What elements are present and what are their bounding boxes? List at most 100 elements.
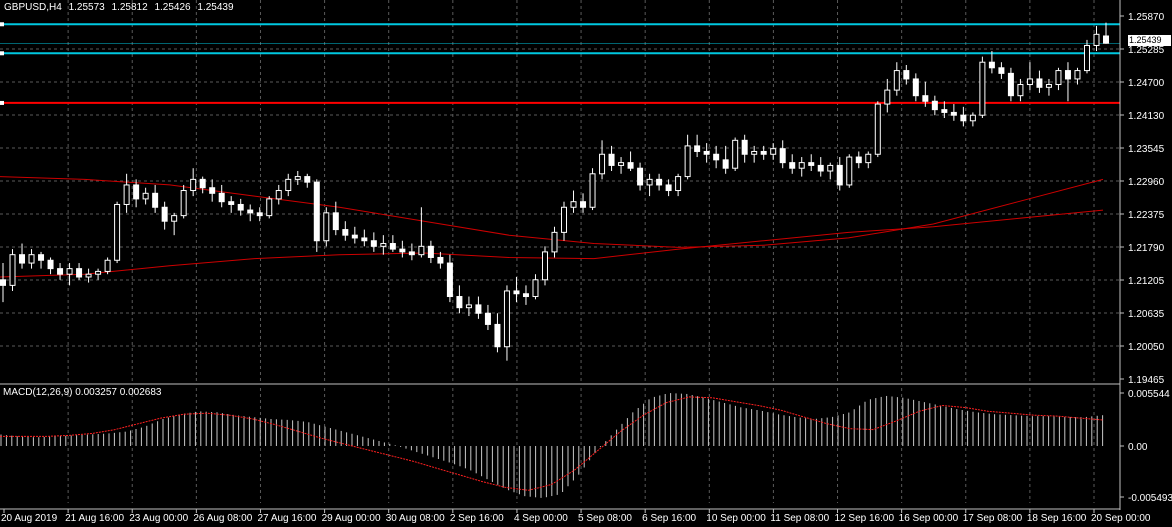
candle-body <box>808 162 815 166</box>
time-axis-label: 20 Sep 00:00 <box>1091 513 1151 524</box>
candle-body <box>599 153 606 175</box>
candle-body <box>789 162 796 169</box>
candle-body <box>675 176 682 192</box>
candle-body <box>884 89 891 105</box>
time-axis-label: 30 Aug 08:00 <box>386 513 445 524</box>
candle-body <box>475 304 482 314</box>
candle-body <box>1093 33 1100 46</box>
symbol-label: GBPUSD,H4 <box>4 2 62 13</box>
time-axis-label: 10 Sep 00:00 <box>706 513 766 524</box>
candle-body <box>941 109 948 113</box>
price-axis-label: 1.21205 <box>1128 276 1165 287</box>
candle <box>114 201 121 264</box>
candle-body <box>618 162 625 166</box>
candle-body <box>694 145 701 152</box>
candle <box>732 137 739 171</box>
price-axis-label: 1.23545 <box>1128 144 1165 155</box>
candle-body <box>437 256 444 264</box>
candle-body <box>418 245 425 256</box>
candle-body <box>285 178 292 192</box>
candle-body <box>133 184 140 200</box>
price-axis-label: 1.25285 <box>1128 45 1165 56</box>
time-axis-label: 21 Aug 16:00 <box>65 513 124 524</box>
low-value: 1.25426 <box>154 2 191 13</box>
candle-body <box>408 251 415 256</box>
close-value: 1.25439 <box>197 2 234 13</box>
open-value: 1.25573 <box>68 2 105 13</box>
price-axis-label: 1.25870 <box>1128 12 1165 23</box>
candle <box>323 207 330 247</box>
candle-body <box>494 323 501 348</box>
candle-body <box>66 268 73 275</box>
candle-body <box>1045 84 1052 88</box>
candle-body <box>665 184 672 192</box>
candle-body <box>256 212 263 217</box>
candle-body <box>656 178 663 186</box>
macd-axis-label: 0.00 <box>1128 442 1148 453</box>
candle-body <box>798 162 805 169</box>
candle-body <box>465 304 472 309</box>
time-axis-label: 11 Sep 08:00 <box>770 513 829 524</box>
time-axis-label: 23 Aug 00:00 <box>129 513 188 524</box>
candle-body <box>142 192 149 200</box>
candle-body <box>275 190 282 200</box>
candle-body <box>931 100 938 111</box>
time-axis-label: 2 Sep 16:00 <box>450 513 504 524</box>
candle-body <box>551 231 558 253</box>
candle-body <box>703 150 710 155</box>
time-axis-label: 17 Sep 08:00 <box>963 513 1023 524</box>
candle-body <box>589 173 596 208</box>
candle-body <box>446 262 453 298</box>
candle-body <box>209 187 216 194</box>
chart-header: GBPUSD,H4 1.25573 1.25812 1.25426 1.2543… <box>4 2 238 13</box>
candle-body <box>922 95 929 102</box>
candle-body <box>1055 70 1062 86</box>
time-axis-label: 6 Sep 16:00 <box>642 513 696 524</box>
candle <box>104 257 111 275</box>
candle-body <box>1007 72 1014 97</box>
candle-body <box>760 150 767 155</box>
candle-body <box>95 270 102 275</box>
candle-body <box>85 273 92 278</box>
candle-body <box>998 67 1005 74</box>
candle-body <box>19 254 26 264</box>
candle-body <box>580 201 587 208</box>
price-axis-label: 1.24700 <box>1128 78 1165 89</box>
candle-body <box>1074 70 1081 80</box>
time-axis-label: 27 Aug 16:00 <box>257 513 316 524</box>
macd-axis-label: -0.005493 <box>1128 493 1172 504</box>
candle-body <box>323 212 330 242</box>
candle-body <box>47 259 54 270</box>
candle-body <box>0 279 6 286</box>
macd-label: MACD(12,26,9) 0.003257 0.002683 <box>3 387 162 398</box>
candle-body <box>380 243 387 247</box>
time-axis-label: 18 Sep 16:00 <box>1027 513 1087 524</box>
price-axis-label: 1.20050 <box>1128 342 1165 353</box>
price-axis-label: 1.24130 <box>1128 111 1165 122</box>
candle-body <box>57 268 64 275</box>
candle-body <box>199 178 206 189</box>
candle-body <box>266 198 273 217</box>
candle-body <box>123 184 130 205</box>
candle-body <box>627 162 634 169</box>
candle-body <box>304 176 311 183</box>
candle-body <box>836 164 843 186</box>
candle-body <box>313 181 320 242</box>
candle-body <box>370 240 377 247</box>
price-chart[interactable]: 1.25870 1.25285 1.24700 1.24130 1.23545 1.229… <box>0 0 1172 527</box>
price-axis-label: 1.20635 <box>1128 309 1165 320</box>
candle-body <box>114 203 121 261</box>
candle-body <box>969 114 976 122</box>
candle-body <box>152 192 159 208</box>
candle-body <box>827 164 834 172</box>
candle-body <box>855 156 862 164</box>
candle-body <box>104 259 111 272</box>
price-axis-label: 1.19465 <box>1128 375 1165 386</box>
candle-body <box>903 70 910 80</box>
candle-body <box>503 290 510 348</box>
candle <box>9 249 16 291</box>
candle-body <box>817 164 824 172</box>
candle <box>846 154 853 188</box>
candle-body <box>180 190 187 217</box>
candle-body <box>218 192 225 203</box>
